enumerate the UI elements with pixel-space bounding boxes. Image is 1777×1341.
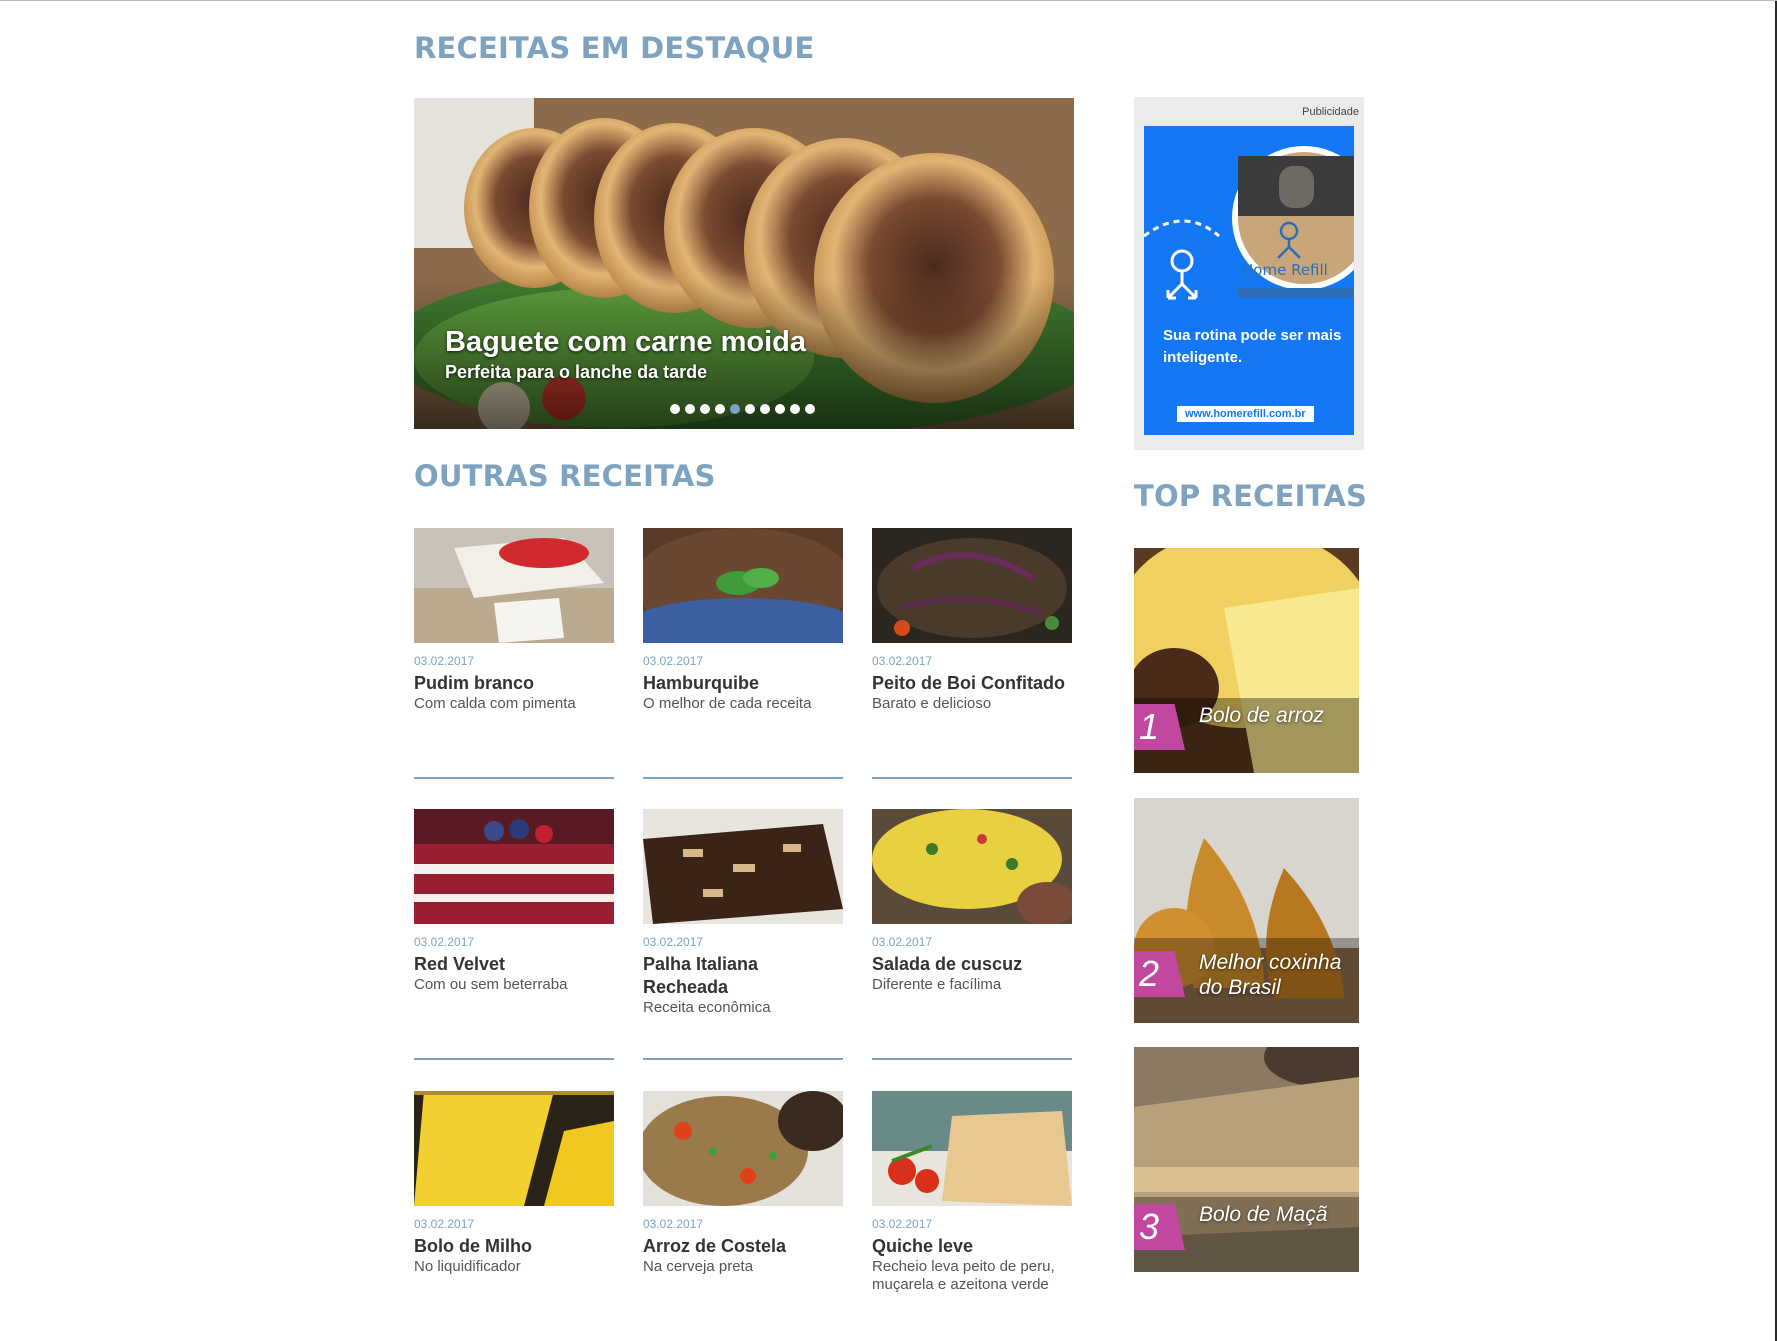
ad-brand-logo: Home Refill xyxy=(1242,261,1328,279)
recipe-name[interactable]: Bolo de Milho xyxy=(414,1235,614,1258)
top-recipe-name[interactable]: Bolo de arroz xyxy=(1199,703,1324,728)
top-recipe-card[interactable]: 3 Bolo de Maçã xyxy=(1134,1047,1359,1272)
recipe-thumbnail xyxy=(643,809,843,924)
recipe-date: 03.02.2017 xyxy=(643,1217,704,1231)
recipe-card[interactable]: 03.02.2017 Hamburquibe O melhor de cada … xyxy=(643,528,843,713)
recipe-date: 03.02.2017 xyxy=(872,1217,933,1231)
recipe-card[interactable]: 03.02.2017 Arroz de Costela Na cerveja p… xyxy=(643,1091,843,1276)
recipe-card[interactable]: 03.02.2017 Salada de cuscuz Diferente e … xyxy=(872,809,1072,994)
ad-container: Publicidade Home Refill Sua rotina pode … xyxy=(1134,97,1364,450)
recipe-name[interactable]: Peito de Boi Confitado xyxy=(872,672,1072,695)
recipe-card[interactable]: 03.02.2017 Palha Italiana Recheada Recei… xyxy=(643,809,843,1017)
recipe-description: O melhor de cada receita xyxy=(643,695,812,712)
recipe-name[interactable]: Red Velvet xyxy=(414,953,614,976)
divider xyxy=(414,1058,614,1060)
recipe-name[interactable]: Arroz de Costela xyxy=(643,1235,843,1258)
ad-url[interactable]: www.homerefill.com.br xyxy=(1177,406,1314,422)
featured-carousel[interactable]: Baguete com carne moida Perfeita para o … xyxy=(414,98,1074,429)
recipe-card[interactable]: 03.02.2017 Pudim branco Com calda com pi… xyxy=(414,528,614,713)
divider xyxy=(414,777,614,779)
recipe-description: Com calda com pimenta xyxy=(414,695,576,712)
recipe-description: Barato e delicioso xyxy=(872,695,992,712)
recipe-name[interactable]: Salada de cuscuz xyxy=(872,953,1072,976)
carousel-dot[interactable] xyxy=(685,404,695,414)
recipe-thumbnail xyxy=(872,809,1072,924)
recipe-thumbnail xyxy=(872,528,1072,643)
recipe-thumbnail xyxy=(872,1091,1072,1206)
recipe-date: 03.02.2017 xyxy=(872,654,933,668)
ad-artwork xyxy=(1144,146,1354,300)
recipe-card[interactable]: 03.02.2017 Peito de Boi Confitado Barato… xyxy=(872,528,1072,713)
carousel-dot[interactable] xyxy=(700,404,710,414)
featured-subtitle: Perfeita para o lanche da tarde xyxy=(445,362,708,382)
carousel-dot[interactable] xyxy=(805,404,815,414)
recipe-date: 03.02.2017 xyxy=(643,654,704,668)
recipe-date: 03.02.2017 xyxy=(414,935,475,949)
recipe-name[interactable]: Hamburquibe xyxy=(643,672,843,695)
carousel-pagination xyxy=(670,404,815,414)
recipe-thumbnail xyxy=(414,809,614,924)
ad-headline: Sua rotina pode ser mais inteligente. xyxy=(1163,327,1342,366)
top-recipe-name[interactable]: Melhor coxinha do Brasil xyxy=(1199,950,1359,1000)
carousel-dot[interactable] xyxy=(745,404,755,414)
recipe-thumbnail xyxy=(414,528,614,643)
recipe-name[interactable]: Pudim branco xyxy=(414,672,614,695)
ad-banner[interactable]: Home Refill Sua rotina pode ser mais int… xyxy=(1144,126,1354,435)
recipe-date: 03.02.2017 xyxy=(643,935,704,949)
divider xyxy=(872,1058,1072,1060)
recipe-date: 03.02.2017 xyxy=(414,654,475,668)
divider xyxy=(872,777,1072,779)
ad-label: Publicidade xyxy=(1302,106,1359,118)
recipe-date: 03.02.2017 xyxy=(872,935,933,949)
recipe-description: Diferente e facílima xyxy=(872,976,1002,993)
recipe-thumbnail xyxy=(643,528,843,643)
recipe-name[interactable]: Palha Italiana Recheada xyxy=(643,953,843,999)
section-title-featured: RECEITAS EM DESTAQUE xyxy=(414,31,815,65)
recipe-description: No liquidificador xyxy=(414,1258,521,1275)
recipe-card[interactable]: 03.02.2017 Bolo de Milho No liquidificad… xyxy=(414,1091,614,1276)
section-title-other: OUTRAS RECEITAS xyxy=(414,459,716,493)
divider xyxy=(643,777,843,779)
section-title-top: TOP RECEITAS xyxy=(1134,479,1368,513)
divider xyxy=(643,1058,843,1060)
carousel-dot[interactable] xyxy=(760,404,770,414)
recipe-thumbnail xyxy=(414,1091,614,1206)
recipe-description: Com ou sem beterraba xyxy=(414,976,568,993)
recipe-card[interactable]: 03.02.2017 Quiche leve Recheio leva peit… xyxy=(872,1091,1072,1294)
recipe-description: Na cerveja preta xyxy=(643,1258,754,1275)
featured-title[interactable]: Baguete com carne moida xyxy=(445,326,806,359)
carousel-dot[interactable] xyxy=(715,404,725,414)
recipe-description: Recheio leva peito de peru, muçarela e a… xyxy=(872,1258,1055,1293)
carousel-dot[interactable] xyxy=(670,404,680,414)
recipe-date: 03.02.2017 xyxy=(414,1217,475,1231)
carousel-dot[interactable] xyxy=(790,404,800,414)
top-recipe-card[interactable]: 2 Melhor coxinha do Brasil xyxy=(1134,798,1359,1023)
top-recipe-card[interactable]: 1 Bolo de arroz xyxy=(1134,548,1359,773)
top-recipe-name[interactable]: Bolo de Maçã xyxy=(1199,1202,1327,1227)
recipe-name[interactable]: Quiche leve xyxy=(872,1235,1072,1258)
recipe-thumbnail xyxy=(643,1091,843,1206)
recipe-description: Receita econômica xyxy=(643,999,771,1016)
carousel-dot-active[interactable] xyxy=(730,404,740,414)
recipe-card[interactable]: 03.02.2017 Red Velvet Com ou sem beterra… xyxy=(414,809,614,994)
carousel-dot[interactable] xyxy=(775,404,785,414)
